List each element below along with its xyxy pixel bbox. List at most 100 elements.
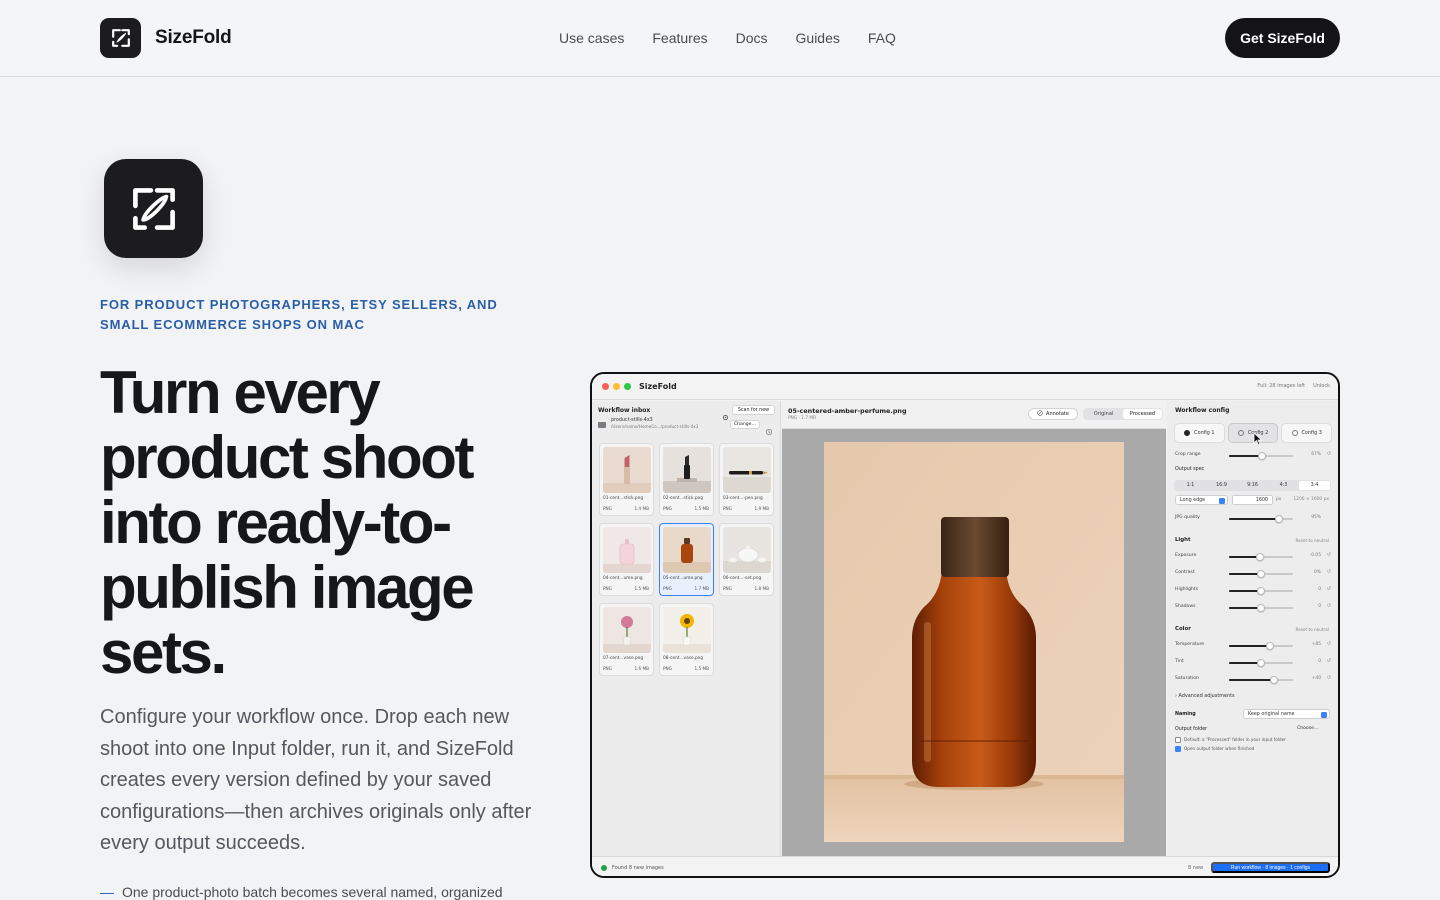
image-thumbnail[interactable]: 06-cent...-set.png PNG 1.8 MB bbox=[719, 523, 774, 596]
slider-knob[interactable] bbox=[1274, 515, 1283, 523]
slider-label: Tint bbox=[1175, 659, 1184, 664]
image-thumbnail[interactable]: 03-cent...-pen.png PNG 1.9 MB bbox=[719, 443, 774, 516]
gear-icon[interactable] bbox=[722, 406, 729, 425]
slider-knob[interactable] bbox=[1255, 553, 1264, 561]
slider-knob[interactable] bbox=[1258, 452, 1267, 460]
close-dot-icon[interactable] bbox=[602, 383, 609, 390]
ratio-4-3[interactable]: 4:3 bbox=[1268, 481, 1299, 490]
reset-icon[interactable]: ↺ bbox=[1327, 603, 1331, 609]
ratio-3-4[interactable]: 3:4 bbox=[1299, 481, 1330, 490]
long-edge-select[interactable]: Long edge bbox=[1175, 495, 1228, 505]
change-folder-button[interactable]: Change… bbox=[730, 420, 760, 429]
image-thumbnail[interactable]: 07-cent...vase.png PNG 1.6 MB bbox=[599, 603, 654, 676]
thumbnail-type: PNG bbox=[603, 666, 612, 671]
thumbnail-name: 06-cent...-set.png bbox=[723, 576, 762, 581]
slider-value: +85 bbox=[1311, 642, 1321, 647]
crop-range-slider[interactable]: Crop range 67% ↺ bbox=[1175, 451, 1331, 460]
config-3-tab[interactable]: Config 3 bbox=[1281, 423, 1333, 443]
reset-icon[interactable]: ↺ bbox=[1327, 552, 1331, 558]
image-thumbnail-selected[interactable]: 05-cent...ume.png PNG 1.7 MB bbox=[659, 523, 714, 596]
temperature-slider[interactable]: Temperature +85 ↺ bbox=[1175, 641, 1331, 650]
long-edge-input[interactable]: 1600 bbox=[1232, 495, 1273, 505]
highlights-slider[interactable]: Highlights 0 ↺ bbox=[1175, 586, 1331, 595]
ratio-16-9[interactable]: 16:9 bbox=[1206, 481, 1237, 490]
saturation-slider[interactable]: Saturation +40 ↺ bbox=[1175, 675, 1331, 684]
light-reset-link[interactable]: Reset to neutral bbox=[1295, 538, 1329, 543]
ratio-1-1[interactable]: 1:1 bbox=[1175, 481, 1206, 490]
slider-knob[interactable] bbox=[1257, 659, 1265, 667]
slider-track bbox=[1229, 570, 1293, 578]
slider-value: 0 bbox=[1318, 604, 1321, 609]
reset-icon[interactable]: ↺ bbox=[1327, 675, 1331, 681]
amber-perfume-image bbox=[663, 527, 711, 573]
reset-icon[interactable]: ↺ bbox=[1327, 658, 1331, 664]
nav-features[interactable]: Features bbox=[652, 30, 707, 46]
image-thumbnail[interactable]: 08-cent...vase.png PNG 1.5 MB bbox=[659, 603, 714, 676]
slider-label: Exposure bbox=[1175, 553, 1197, 558]
exposure-slider[interactable]: Exposure -0.05 ↺ bbox=[1175, 552, 1331, 561]
default-folder-checkbox[interactable] bbox=[1175, 737, 1181, 743]
unlock-link[interactable]: Unlock bbox=[1313, 383, 1330, 389]
tint-slider[interactable]: Tint 0 ↺ bbox=[1175, 658, 1331, 667]
sizefold-logo-icon bbox=[100, 18, 141, 58]
nav-use-cases[interactable]: Use cases bbox=[559, 30, 624, 46]
slider-track bbox=[1229, 659, 1293, 667]
choose-folder-button[interactable]: Choose… bbox=[1297, 726, 1319, 731]
app-window-screenshot: SizeFold Full: 28 images left Unlock Wor… bbox=[590, 372, 1340, 878]
slider-knob[interactable] bbox=[1257, 587, 1265, 595]
ratio-9-16[interactable]: 9:16 bbox=[1237, 481, 1268, 490]
image-thumbnail[interactable]: 01-cent...stick.png PNG 1.4 MB bbox=[599, 443, 654, 516]
thumbnail-size: 1.5 MB bbox=[694, 666, 709, 671]
jpg-quality-slider[interactable]: JPG quality 95% bbox=[1175, 514, 1331, 523]
reset-icon[interactable]: ↺ bbox=[1327, 641, 1331, 647]
brand[interactable]: SizeFold bbox=[100, 18, 232, 58]
thumbnail-type: PNG bbox=[603, 506, 612, 511]
open-output-checkbox[interactable] bbox=[1175, 746, 1181, 752]
refresh-icon[interactable] bbox=[765, 421, 773, 440]
contrast-slider[interactable]: Contrast 0% ↺ bbox=[1175, 569, 1331, 578]
shadows-slider[interactable]: Shadows 0 ↺ bbox=[1175, 603, 1331, 612]
color-reset-link[interactable]: Reset to neutral bbox=[1295, 627, 1329, 632]
inbox-title: Workflow inbox bbox=[598, 407, 651, 414]
slider-track bbox=[1229, 604, 1293, 612]
view-processed-tab[interactable]: Processed bbox=[1123, 409, 1162, 419]
slider-knob[interactable] bbox=[1257, 570, 1265, 578]
get-sizefold-button[interactable]: Get SizeFold bbox=[1225, 18, 1340, 58]
slider-label: Saturation bbox=[1175, 676, 1199, 681]
advanced-adjustments-toggle[interactable]: › Advanced adjustments bbox=[1175, 693, 1235, 699]
nav-guides[interactable]: Guides bbox=[796, 30, 840, 46]
aspect-ratio-selector: 1:1 16:9 9:16 4:3 3:4 bbox=[1174, 480, 1331, 491]
reset-icon[interactable]: ↺ bbox=[1327, 586, 1331, 592]
workflow-config-panel: Workflow config Config 1 Config 2 Config… bbox=[1167, 401, 1338, 856]
slider-track bbox=[1229, 553, 1293, 561]
annotate-button[interactable]: Annotate bbox=[1028, 408, 1078, 420]
scan-for-new-button[interactable]: Scan for new bbox=[732, 405, 775, 415]
slider-track bbox=[1229, 452, 1293, 460]
image-thumbnail[interactable]: 02-cent...stick.png PNG 1.5 MB bbox=[659, 443, 714, 516]
run-workflow-button[interactable]: Run workflow · 8 images · 1 configs bbox=[1211, 862, 1330, 873]
status-bar: Found 8 new images 8 new Run workflow · … bbox=[592, 856, 1338, 876]
slider-knob[interactable] bbox=[1265, 642, 1274, 650]
thumbnail-name: 04-cent...ume.png bbox=[603, 576, 643, 581]
config-1-tab[interactable]: Config 1 bbox=[1174, 423, 1225, 443]
slider-track bbox=[1229, 515, 1293, 523]
slider-knob[interactable] bbox=[1269, 676, 1278, 684]
thumbnail-name: 08-cent...vase.png bbox=[663, 656, 704, 661]
reset-icon[interactable]: ↺ bbox=[1327, 569, 1331, 575]
folder-icon bbox=[598, 422, 606, 428]
slider-knob[interactable] bbox=[1257, 604, 1265, 612]
minimize-dot-icon[interactable] bbox=[613, 383, 620, 390]
view-original-tab[interactable]: Original bbox=[1084, 409, 1123, 419]
thumbnail-size: 1.4 MB bbox=[634, 506, 649, 511]
nav-faq[interactable]: FAQ bbox=[868, 30, 896, 46]
naming-select[interactable]: Keep original name bbox=[1243, 709, 1330, 719]
slider-value: 0% bbox=[1314, 570, 1321, 575]
zoom-dot-icon[interactable] bbox=[624, 383, 631, 390]
brand-name: SizeFold bbox=[155, 27, 232, 48]
view-toggle: Original Processed bbox=[1083, 408, 1163, 420]
image-thumbnail[interactable]: 04-cent...ume.png PNG 1.5 MB bbox=[599, 523, 654, 596]
thumbnail-name: 03-cent...-pen.png bbox=[723, 496, 763, 501]
reset-icon[interactable]: ↺ bbox=[1327, 451, 1331, 457]
nav-docs[interactable]: Docs bbox=[736, 30, 768, 46]
chevron-updown-icon bbox=[1321, 711, 1327, 718]
